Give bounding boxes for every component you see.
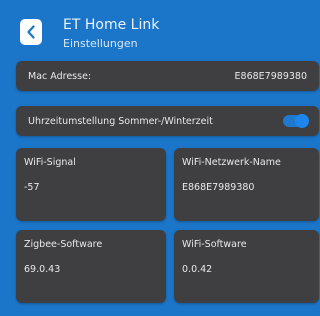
zigbee-software-tile: Zigbee-Software 69.0.43	[16, 230, 166, 303]
dst-toggle[interactable]	[283, 114, 309, 128]
zigbee-software-label: Zigbee-Software	[24, 239, 103, 250]
app-header: ET Home Link Einstellungen	[0, 0, 319, 56]
chevron-left-icon	[26, 25, 36, 39]
app-title: ET Home Link	[63, 17, 160, 33]
wifi-signal-label: WiFi-Signal	[24, 157, 76, 168]
zigbee-software-value: 69.0.43	[24, 264, 61, 275]
toggle-knob	[295, 114, 309, 128]
wifi-network-name-value: E868E7989380	[182, 182, 255, 193]
back-button[interactable]	[20, 19, 42, 45]
dst-setting-label: Uhrzeitumstellung Sommer-/Winterzeit	[28, 115, 213, 127]
wifi-signal-value: -57	[24, 182, 40, 193]
mac-address-row: Mac Adresse: E868E7989380	[16, 61, 319, 91]
wifi-software-label: WiFi-Software	[182, 239, 247, 250]
mac-address-value: E868E7989380	[234, 70, 307, 82]
page-subtitle: Einstellungen	[63, 37, 138, 50]
mac-address-label: Mac Adresse:	[28, 70, 92, 82]
title-block: ET Home Link Einstellungen	[63, 17, 159, 51]
wifi-network-name-tile: WiFi-Netzwerk-Name E868E7989380	[174, 148, 319, 221]
wifi-software-tile: WiFi-Software 0.0.42	[174, 230, 319, 303]
wifi-software-value: 0.0.42	[182, 264, 213, 275]
wifi-network-name-label: WiFi-Netzwerk-Name	[182, 157, 281, 168]
dst-setting-row[interactable]: Uhrzeitumstellung Sommer-/Winterzeit	[16, 106, 319, 136]
wifi-signal-tile: WiFi-Signal -57	[16, 148, 166, 221]
